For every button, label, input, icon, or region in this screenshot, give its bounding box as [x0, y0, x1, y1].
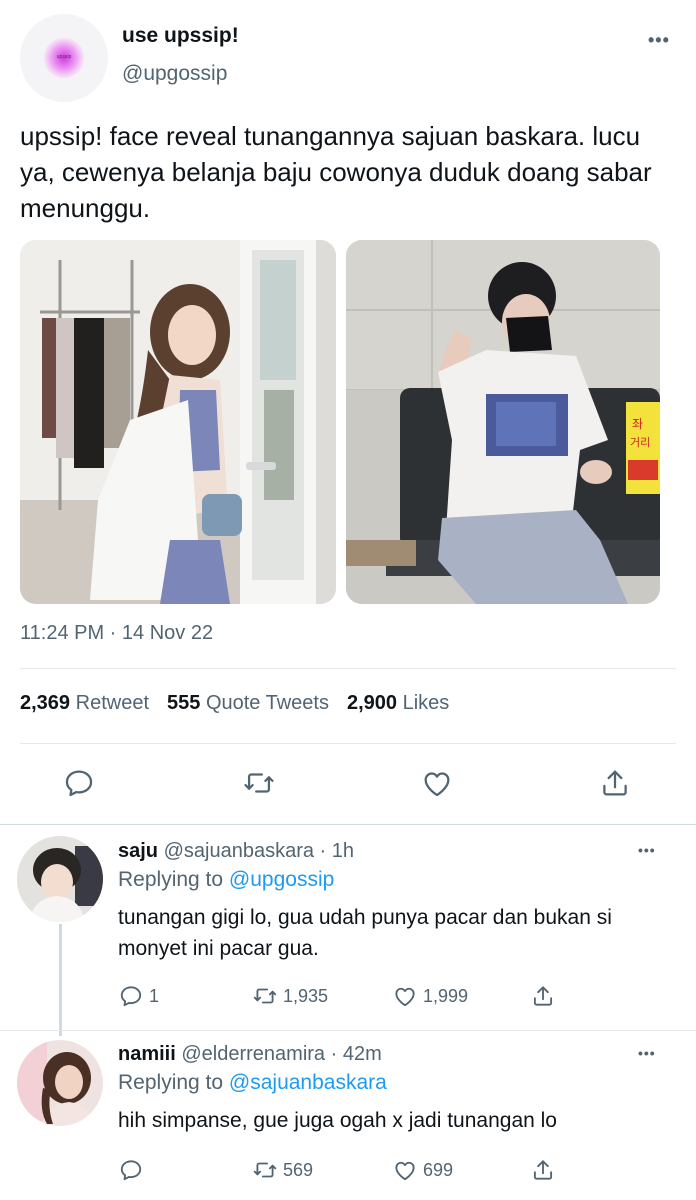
retweet-icon — [253, 1162, 277, 1178]
tweet-stats: 2,369 Retweet 555 Quote Tweets 2,900 Likes — [20, 692, 449, 715]
reply-text: tunangan gigi lo, gua udah punya pacar d… — [118, 906, 612, 960]
reply-header[interactable]: saju @sajuanbaskara · 1h — [118, 840, 354, 863]
retweet-stat[interactable]: 2,369 Retweet — [20, 692, 149, 714]
reply-icon — [120, 986, 142, 1007]
retweet-action[interactable]: 1,935 — [252, 983, 328, 1009]
reply-action[interactable]: 1 — [118, 983, 159, 1009]
reply-avatar-namiii[interactable] — [17, 1040, 103, 1126]
reply-author-name[interactable]: namiii — [118, 1043, 176, 1065]
divider — [20, 668, 676, 669]
author-avatar[interactable]: upssip — [20, 14, 108, 102]
reply-author-name[interactable]: saju — [118, 840, 158, 862]
like-icon — [395, 1161, 415, 1181]
share-action[interactable] — [530, 983, 556, 1009]
more-icon[interactable]: ••• — [648, 30, 670, 51]
like-action[interactable]: 699 — [392, 1157, 453, 1183]
divider — [0, 1030, 696, 1031]
divider — [20, 743, 676, 744]
tweet-text: upssip! face reveal tunangannya sajuan b… — [20, 121, 652, 223]
retweet-count: 569 — [283, 1159, 314, 1180]
reply-action[interactable] — [118, 1157, 149, 1183]
reply-icon — [120, 1160, 142, 1181]
tweet-timestamp[interactable]: 11:24 PM · 14 Nov 22 — [20, 622, 213, 645]
share-action[interactable] — [530, 1157, 556, 1183]
avatar-text: upssip — [56, 54, 72, 60]
share-icon — [533, 1160, 553, 1180]
svg-text:거리: 거리 — [630, 436, 650, 449]
more-icon[interactable]: ••• — [638, 842, 656, 858]
quote-stat[interactable]: 555 Quote Tweets — [167, 692, 329, 714]
replying-to: Replying to @sajuanbaskara — [118, 1071, 387, 1094]
author-name[interactable]: use upssip! — [122, 24, 239, 48]
like-count: 699 — [423, 1159, 454, 1180]
tweet-photo-2[interactable]: 좌 거리 — [346, 240, 660, 604]
like-icon — [395, 987, 415, 1007]
tweet-photo-1[interactable] — [20, 240, 336, 604]
reply-avatar-saju[interactable] — [17, 836, 103, 922]
reply-header[interactable]: namiii @elderrenamira · 42m — [118, 1043, 382, 1066]
section-divider — [0, 824, 696, 825]
share-icon — [533, 986, 553, 1006]
share-icon[interactable] — [598, 766, 632, 800]
reply-text: hih simpanse, gue juga ogah x jadi tunan… — [118, 1109, 557, 1132]
author-handle[interactable]: @upgossip — [122, 62, 227, 86]
more-icon[interactable]: ••• — [638, 1045, 656, 1061]
reply-author-handle[interactable]: @elderrenamira · 42m — [181, 1043, 381, 1065]
likes-stat[interactable]: 2,900 Likes — [347, 692, 449, 714]
reply-count: 1 — [149, 985, 160, 1006]
like-icon[interactable] — [420, 766, 454, 800]
retweet-icon[interactable] — [242, 766, 276, 800]
replying-to: Replying to @upgossip — [118, 868, 335, 891]
retweet-count: 1,935 — [283, 985, 329, 1006]
like-action[interactable]: 1,999 — [392, 983, 468, 1009]
thread-line — [59, 924, 62, 1036]
retweet-action[interactable]: 569 — [252, 1157, 313, 1183]
like-count: 1,999 — [423, 985, 469, 1006]
reply-author-handle[interactable]: @sajuanbaskara · 1h — [164, 840, 354, 862]
reply-icon[interactable] — [62, 766, 96, 800]
sign-text: 좌 — [632, 417, 643, 431]
replying-to-link[interactable]: @upgossip — [229, 868, 334, 891]
retweet-icon — [253, 988, 277, 1004]
replying-to-link[interactable]: @sajuanbaskara — [229, 1071, 387, 1094]
